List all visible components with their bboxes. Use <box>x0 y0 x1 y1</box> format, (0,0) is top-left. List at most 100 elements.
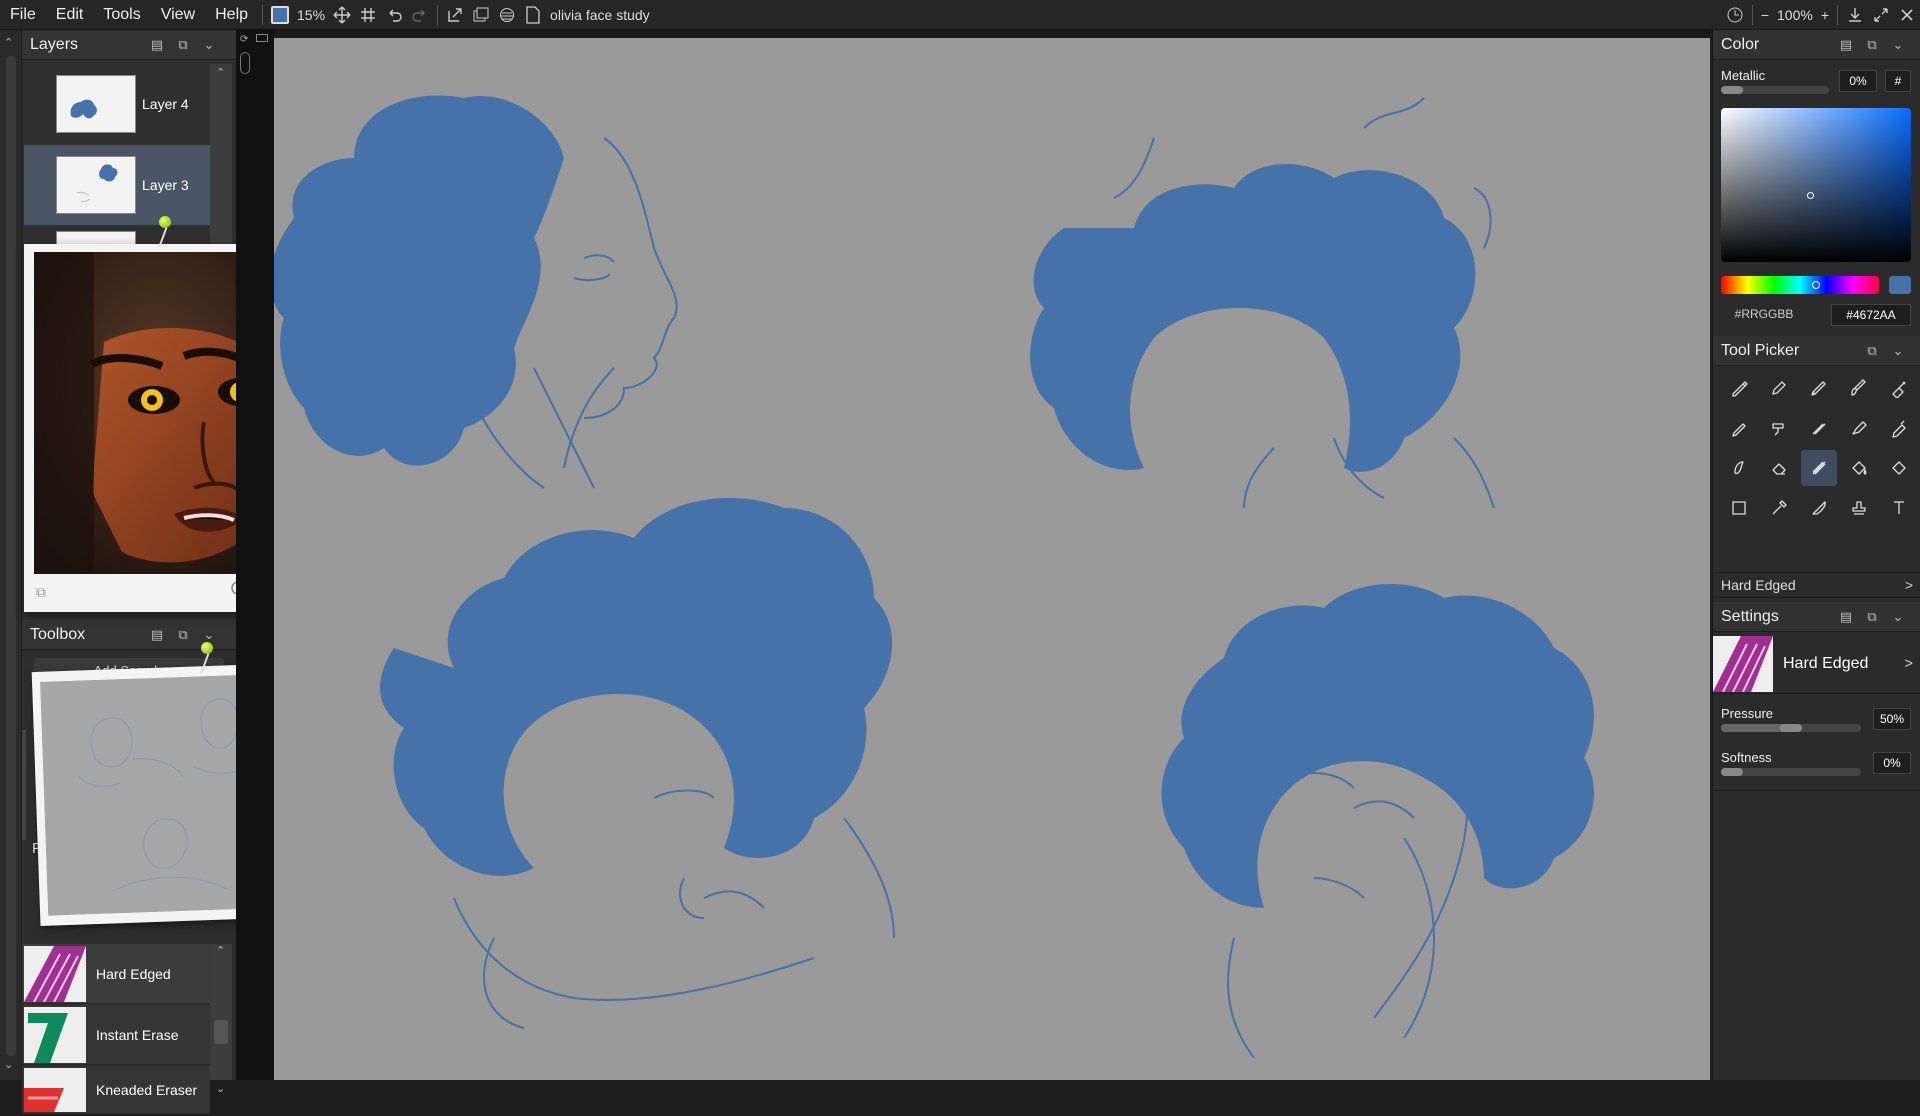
tool-grid <box>1713 370 1920 530</box>
fill-icon[interactable] <box>1841 450 1877 486</box>
menu-help[interactable]: Help <box>205 0 258 30</box>
current-color-swatch[interactable] <box>267 2 293 28</box>
hex-input[interactable]: #4672AA <box>1831 304 1911 326</box>
chalk-icon[interactable] <box>1801 410 1837 446</box>
crayon-icon[interactable] <box>1881 410 1917 446</box>
smudge-icon[interactable] <box>1721 450 1757 486</box>
pressure-slider[interactable] <box>1721 724 1861 732</box>
view-zoom-out-button[interactable]: − <box>1757 7 1773 23</box>
drawing-canvas[interactable] <box>270 38 1710 1080</box>
chevron-right-icon: > <box>1904 577 1913 593</box>
menu-file[interactable]: File <box>0 0 46 30</box>
canvas-artwork <box>270 95 1594 1059</box>
pin-icon[interactable] <box>159 216 171 228</box>
toolbox-collapse-icon[interactable]: ⌄ <box>200 626 218 644</box>
paint-brush-icon[interactable] <box>1841 370 1877 406</box>
airbrush-icon[interactable] <box>1881 370 1917 406</box>
redo-icon[interactable] <box>407 2 433 28</box>
panel-scrollbar[interactable] <box>6 56 16 1056</box>
move-canvas-icon[interactable] <box>329 2 355 28</box>
close-icon[interactable] <box>1894 2 1920 28</box>
color-picker-cursor[interactable] <box>1807 192 1814 199</box>
color-popout-icon[interactable]: ⧉ <box>1863 36 1881 54</box>
color-panel-header: Color ▤ ⧉ ⌄ <box>1713 30 1920 60</box>
tool-picker-collapse-icon[interactable]: ⌄ <box>1889 342 1907 360</box>
current-tool-row[interactable]: Hard Edged > <box>1713 572 1920 598</box>
selection-icon[interactable] <box>1721 490 1757 526</box>
document-title: olivia face study <box>550 6 650 23</box>
color-saturation-square[interactable] <box>1721 108 1911 262</box>
tracing-icon[interactable] <box>494 2 520 28</box>
view-zoom-in-button[interactable]: + <box>1817 7 1833 23</box>
hue-cursor[interactable] <box>1812 281 1820 289</box>
tool-picker-popout-icon[interactable]: ⧉ <box>1863 342 1881 360</box>
color-collapse-icon[interactable]: ⌄ <box>1889 36 1907 54</box>
hex-toggle-button[interactable]: # <box>1885 70 1911 92</box>
brush-row-hard-edged[interactable]: Hard Edged <box>22 944 210 1004</box>
tool-picker-title: Tool Picker <box>1721 341 1800 359</box>
view-zoom-level[interactable]: 100% <box>1773 7 1817 23</box>
settings-popout-icon[interactable]: ⧉ <box>1863 608 1881 626</box>
settings-collapse-icon[interactable]: ⌄ <box>1889 608 1907 626</box>
layers-menu-icon[interactable]: ▤ <box>148 36 166 54</box>
shape-icon[interactable] <box>1881 450 1917 486</box>
settings-menu-icon[interactable]: ▤ <box>1837 608 1855 626</box>
collapse-up-icon[interactable]: ⌃ <box>4 36 13 49</box>
settings-panel-title: Settings <box>1721 607 1779 625</box>
fullscreen-icon[interactable] <box>1868 2 1894 28</box>
color-picker-icon[interactable] <box>1761 490 1797 526</box>
layer-row-selected[interactable]: Layer 3 <box>24 145 210 225</box>
color-menu-icon[interactable]: ▤ <box>1837 36 1855 54</box>
undo-icon[interactable] <box>381 2 407 28</box>
left-panel-strip: ⌃ ⌄ <box>0 30 22 1080</box>
hue-slider[interactable] <box>1721 276 1879 294</box>
eraser-icon[interactable] <box>1761 450 1797 486</box>
technical-pen-icon[interactable] <box>1801 370 1837 406</box>
scroll-thumb[interactable] <box>214 1020 228 1044</box>
brush-settings-row[interactable]: Hard Edged > <box>1713 634 1920 694</box>
current-color-preview <box>1889 276 1911 294</box>
layers-scrollbar[interactable]: ⌃ <box>210 64 232 264</box>
knife-icon[interactable] <box>1801 490 1837 526</box>
rotate-icon[interactable]: ⟳ <box>240 34 252 46</box>
pencil-icon[interactable] <box>1721 370 1757 406</box>
menu-edit[interactable]: Edit <box>46 0 94 30</box>
marker-icon[interactable] <box>1841 410 1877 446</box>
photo-popout-icon[interactable]: ⧉ <box>36 584 46 601</box>
brush-row-instant-erase[interactable]: Instant Erase <box>22 1005 210 1065</box>
layers-popout-icon[interactable]: ⧉ <box>174 36 192 54</box>
ink-pen-icon[interactable] <box>1761 370 1797 406</box>
zoom-level[interactable]: 15% <box>293 7 329 23</box>
scroll-up-icon[interactable]: ⌃ <box>216 944 225 957</box>
softness-value[interactable]: 0% <box>1873 752 1911 774</box>
export-icon[interactable] <box>442 2 468 28</box>
softness-slider[interactable] <box>1721 768 1861 776</box>
metallic-value[interactable]: 0% <box>1839 70 1877 92</box>
toolbox-menu-icon[interactable]: ▤ <box>148 626 166 644</box>
pin-icon[interactable] <box>201 642 213 654</box>
pressure-value[interactable]: 50% <box>1873 708 1911 730</box>
text-icon[interactable] <box>1881 490 1917 526</box>
menu-view[interactable]: View <box>151 0 205 30</box>
pastel-icon[interactable] <box>1721 410 1757 446</box>
stamp-icon[interactable] <box>1841 490 1877 526</box>
pan-hand-icon[interactable] <box>1722 2 1748 28</box>
metallic-slider[interactable] <box>1721 86 1829 94</box>
grid-icon[interactable] <box>355 2 381 28</box>
zoom-slider[interactable] <box>240 52 250 74</box>
metallic-label: Metallic <box>1721 68 1766 83</box>
download-icon[interactable] <box>1842 2 1868 28</box>
toolbox-scrollbar[interactable]: ⌃ ⌄ <box>210 944 232 1095</box>
menu-tools[interactable]: Tools <box>93 0 150 30</box>
collapse-down-icon[interactable]: ⌄ <box>4 1058 13 1071</box>
brush-row-kneaded-eraser[interactable]: Kneaded Eraser <box>22 1066 210 1114</box>
scroll-down-icon[interactable]: ⌄ <box>216 1082 225 1095</box>
roller-icon[interactable] <box>1761 410 1797 446</box>
toolbox-popout-icon[interactable]: ⧉ <box>174 626 192 644</box>
flip-icon[interactable] <box>256 34 268 42</box>
hard-edged-brush-icon[interactable] <box>1801 450 1837 486</box>
reference-window-icon[interactable] <box>468 2 494 28</box>
layer-row[interactable]: Layer 4 <box>24 64 210 144</box>
scroll-up-icon[interactable]: ⌃ <box>216 66 225 79</box>
layers-collapse-icon[interactable]: ⌄ <box>200 36 218 54</box>
